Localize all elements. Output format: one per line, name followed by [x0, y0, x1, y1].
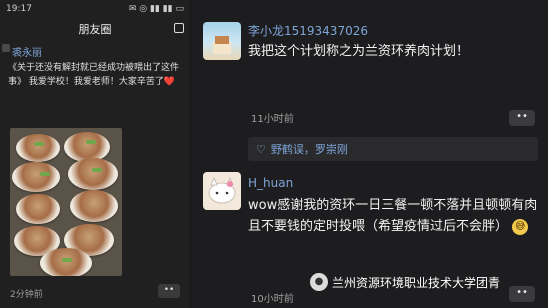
comment-text: wow感谢我的资环一日三餐一顿不落并且顿顿有肉且不要钱的定时投喂（希望疫情过后不…	[248, 195, 540, 237]
post-photo[interactable]	[10, 128, 122, 276]
moments-header: 朋友圈	[0, 18, 190, 40]
comment-author[interactable]: H_huan	[248, 176, 293, 190]
comment-text: 我把这个计划称之为兰资环养肉计划！	[248, 44, 470, 59]
likes-names[interactable]: 野鹤误，罗崇刚	[271, 141, 348, 157]
avatar[interactable]	[203, 22, 241, 60]
more-button[interactable]: ••	[158, 284, 180, 298]
wechat-icon: ●	[310, 273, 328, 291]
comment-author[interactable]: 李小龙15193437026	[248, 22, 368, 39]
status-time: 19:17	[6, 4, 32, 14]
avatar-image	[213, 36, 231, 54]
more-button[interactable]: ••	[509, 110, 535, 126]
moment-post: 裘永丽 《关于还没有解封就已经成功被喂出了这件事》 我爱学校！我爱老师！大家辛苦…	[0, 40, 190, 89]
post-author[interactable]: 裘永丽	[12, 44, 182, 59]
watermark-text: 兰州资源环境职业技术大学团青	[332, 275, 501, 290]
likes-bar: ♡ 野鹤误，罗崇刚	[248, 137, 538, 161]
more-button[interactable]: ••	[509, 286, 535, 302]
status-icons: ✉ ◎ ▮▮ ▮▮ ▭	[128, 4, 184, 14]
comment-time: 10小时前	[251, 294, 294, 305]
comment-time: 11小时前	[251, 114, 294, 125]
phone-screenshot: 19:17 ✉ ◎ ▮▮ ▮▮ ▭ 朋友圈 裘永丽 《关于还没有解封就已经成功被…	[0, 0, 191, 308]
status-bar: 19:17 ✉ ◎ ▮▮ ▮▮ ▭	[0, 0, 190, 18]
heart-icon: ♡	[256, 142, 266, 156]
camera-icon[interactable]	[174, 23, 184, 33]
post-time: 2分钟前	[10, 290, 43, 300]
comments-panel: 李小龙15193437026 我把这个计划称之为兰资环养肉计划！ 11小时前 •…	[191, 0, 548, 308]
watermark: ● 兰州资源环境职业技术大学团青	[310, 273, 500, 291]
kitty-avatar-image	[208, 176, 236, 204]
post-text: 《关于还没有解封就已经成功被喂出了这件事》 我爱学校！我爱老师！大家辛苦了❤️	[8, 63, 180, 87]
sweat-smile-icon: 😅	[512, 218, 529, 235]
comment-text-body: wow感谢我的资环一日三餐一顿不落并且顿顿有肉且不要钱的定时投喂（希望疫情过后不…	[248, 198, 538, 234]
avatar[interactable]	[203, 172, 241, 210]
moments-title: 朋友圈	[78, 23, 112, 36]
avatar[interactable]	[2, 44, 10, 52]
